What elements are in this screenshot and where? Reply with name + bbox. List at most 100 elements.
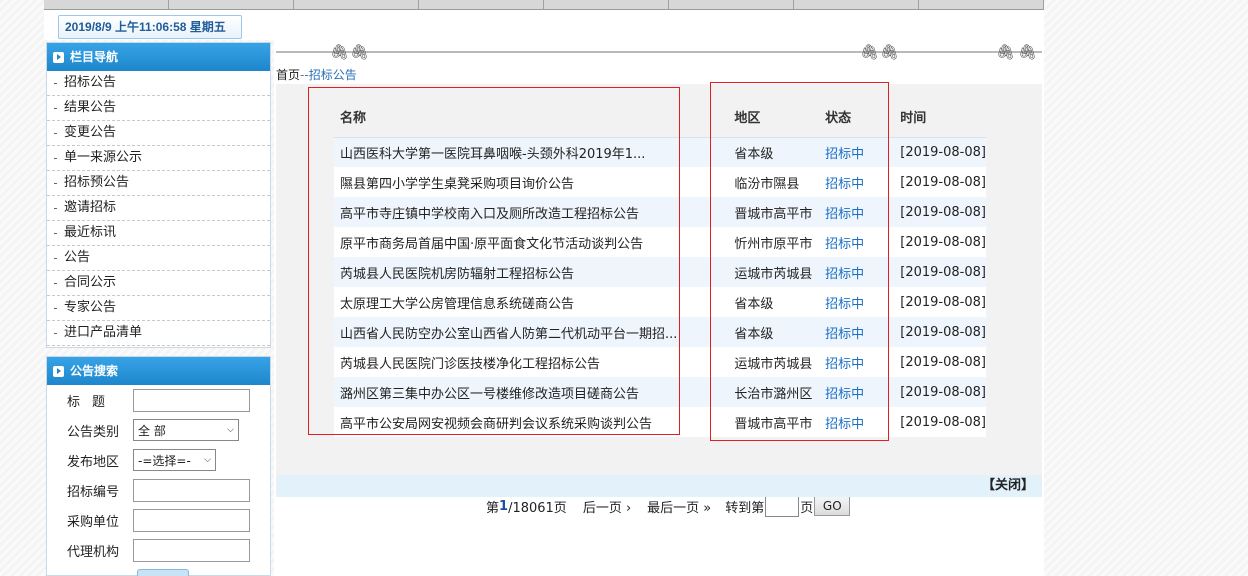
top-nav-tab[interactable] [44, 0, 169, 9]
column-header-status: 状态 [819, 97, 895, 138]
table-row: 高平市公安局网安视频会商研判会议系统采购谈判公告 晋城市高平市 招标中 [201… [334, 407, 986, 437]
sidebar-item-announcement[interactable]: 公告 [47, 246, 270, 271]
table-row: 高平市寺庄镇中学校南入口及厕所改造工程招标公告 晋城市高平市 招标中 [2019… [334, 197, 986, 227]
datetime-display: 2019/8/9 上午11:06:58 星期五 [58, 15, 242, 39]
notice-date: [2019-08-08] [894, 317, 986, 347]
notice-region: 运城市芮城县 [728, 347, 820, 377]
title-input[interactable] [133, 388, 250, 412]
region-value: -=选择=- [138, 453, 191, 468]
breadcrumb: 首页--招标公告 [276, 66, 357, 83]
notice-region: 省本级 [728, 137, 820, 167]
notice-title-link[interactable]: 高平市寺庄镇中学校南入口及厕所改造工程招标公告 [340, 203, 720, 222]
table-row: 潞州区第三集中办公区一号楼维修改造项目磋商公告 长治市潞州区 招标中 [2019… [334, 377, 986, 407]
goto-prefix: 转到第 [725, 500, 765, 516]
breadcrumb-home[interactable]: 首页 [276, 68, 300, 82]
table-row: 隰县第四小学学生桌凳采购项目询价公告 临汾市隰县 招标中 [2019-08-08… [334, 167, 986, 197]
notice-title-link[interactable]: 芮城县人民医院门诊医技楼净化工程招标公告 [340, 353, 720, 372]
close-bar: 【关闭】 [276, 475, 1042, 497]
notice-status-link[interactable]: 招标中 [825, 297, 864, 312]
sidebar-header: 栏目导航 [47, 43, 270, 71]
notice-status-link[interactable]: 招标中 [825, 177, 864, 192]
form-row-bid-no: 招标编号 [47, 475, 270, 505]
table-row: 芮城县人民医院机房防辐射工程招标公告 运城市芮城县 招标中 [2019-08-0… [334, 257, 986, 287]
binder-clip-icon: 🖇 [996, 43, 1016, 61]
notice-title-link[interactable]: 原平市商务局首届中国·原平面食文化节活动谈判公告 [340, 233, 720, 252]
search-header: 公告搜索 [47, 357, 270, 385]
notice-status-link[interactable]: 招标中 [825, 147, 864, 162]
notice-status-link[interactable]: 招标中 [825, 417, 864, 432]
category-select[interactable]: 全 部 ⌵ [133, 419, 239, 441]
binder-clip-icon: 🖇 [860, 43, 880, 61]
table-row: 原平市商务局首届中国·原平面食文化节活动谈判公告 忻州市原平市 招标中 [201… [334, 227, 986, 257]
top-nav-tab[interactable] [794, 0, 919, 9]
sidebar-item-contract[interactable]: 合同公示 [47, 271, 270, 296]
next-page-link[interactable]: 后一页 › [583, 497, 631, 516]
sidebar-item-recent[interactable]: 最近标讯 [47, 221, 270, 246]
title-label: 标题 [67, 394, 118, 410]
region-select[interactable]: -=选择=- ⌵ [133, 449, 216, 471]
sidebar-item-invited-tender[interactable]: 邀请招标 [47, 196, 270, 221]
top-nav-tab[interactable] [169, 0, 294, 9]
sidebar-item-result-notice[interactable]: 结果公告 [47, 96, 270, 121]
notice-title-link[interactable]: 隰县第四小学学生桌凳采购项目询价公告 [340, 173, 720, 192]
notice-title-link[interactable]: 山西医科大学第一医院耳鼻咽喉-头颈外科2019年1... [340, 143, 720, 162]
breadcrumb-current[interactable]: 招标公告 [309, 68, 357, 82]
notice-date: [2019-08-08] [894, 227, 986, 257]
top-nav-tab[interactable] [294, 0, 419, 9]
notice-status-link[interactable]: 招标中 [825, 207, 864, 222]
binder-clip-icon: 🖇 [1018, 43, 1038, 61]
purchaser-label: 采购单位 [67, 514, 120, 530]
close-link[interactable]: 【关闭】 [982, 478, 1034, 493]
top-nav-tab[interactable] [919, 0, 1044, 9]
column-header-region: 地区 [728, 97, 820, 138]
top-nav-tab[interactable] [419, 0, 544, 9]
form-row-title: 标题 [47, 385, 270, 415]
sidebar-item-single-source[interactable]: 单一来源公示 [47, 146, 270, 171]
bid-no-input[interactable] [133, 478, 250, 502]
binder-clip-icon: 🖇 [330, 43, 350, 61]
notice-region: 晋城市高平市 [728, 407, 820, 437]
notice-title-link[interactable]: 潞州区第三集中办公区一号楼维修改造项目磋商公告 [340, 383, 720, 402]
notice-status-link[interactable]: 招标中 [825, 357, 864, 372]
table-row: 山西医科大学第一医院耳鼻咽喉-头颈外科2019年1... 省本级 招标中 [20… [334, 137, 986, 167]
notice-date: [2019-08-08] [894, 347, 986, 377]
sidebar-item-import-list[interactable]: 进口产品清单 [47, 321, 270, 346]
notice-title-link[interactable]: 山西省人民防空办公室山西省人防第二代机动平台一期招... [340, 323, 720, 342]
go-button[interactable]: GO [814, 496, 851, 516]
agency-label: 代理机构 [67, 544, 120, 560]
notice-status-link[interactable]: 招标中 [825, 237, 864, 252]
purchaser-input[interactable] [133, 508, 250, 532]
notice-status-link[interactable]: 招标中 [825, 327, 864, 342]
category-value: 全 部 [138, 423, 166, 438]
notice-status-link[interactable]: 招标中 [825, 387, 864, 402]
sidebar-item-expert[interactable]: 专家公告 [47, 296, 270, 321]
notice-title-link[interactable]: 太原理工大学公房管理信息系统磋商公告 [340, 293, 720, 312]
top-nav-tab[interactable] [544, 0, 669, 9]
form-row-category: 公告类别 全 部 ⌵ [47, 415, 270, 445]
search-title: 公告搜索 [70, 364, 119, 378]
main-content: 🖇 🖇 🖇 🖇 🖇 🖇 首页--招标公告 名称 地区 状态 时间 山西医科大学第… [274, 40, 1044, 576]
chevron-down-icon: ⌵ [204, 455, 211, 465]
sidebar-item-change-notice[interactable]: 变更公告 [47, 121, 270, 146]
notice-region: 晋城市高平市 [728, 197, 820, 227]
notice-title-link[interactable]: 芮城县人民医院机房防辐射工程招标公告 [340, 263, 720, 282]
region-label: 发布地区 [67, 454, 120, 470]
top-nav-tab[interactable] [669, 0, 794, 9]
search-button[interactable] [137, 569, 189, 576]
notice-list-area: 名称 地区 状态 时间 山西医科大学第一医院耳鼻咽喉-头颈外科2019年1...… [276, 82, 1042, 517]
notice-date: [2019-08-08] [894, 377, 986, 407]
sidebar-item-tender-notice[interactable]: 招标公告 [47, 71, 270, 96]
pager-current-page: 1 [499, 498, 509, 514]
notice-status-link[interactable]: 招标中 [825, 267, 864, 282]
category-label: 公告类别 [67, 424, 120, 440]
goto-page-input[interactable] [765, 495, 800, 517]
notice-region: 长治市潞州区 [728, 377, 820, 407]
notice-region: 临汾市隰县 [728, 167, 820, 197]
agency-input[interactable] [133, 538, 250, 562]
top-nav-bar [44, 0, 1044, 10]
bid-no-label: 招标编号 [67, 484, 120, 500]
notice-title-link[interactable]: 高平市公安局网安视频会商研判会议系统采购谈判公告 [340, 413, 720, 432]
form-row-region: 发布地区 -=选择=- ⌵ [47, 445, 270, 475]
sidebar-item-pre-notice[interactable]: 招标预公告 [47, 171, 270, 196]
last-page-link[interactable]: 最后一页 » [647, 497, 711, 516]
